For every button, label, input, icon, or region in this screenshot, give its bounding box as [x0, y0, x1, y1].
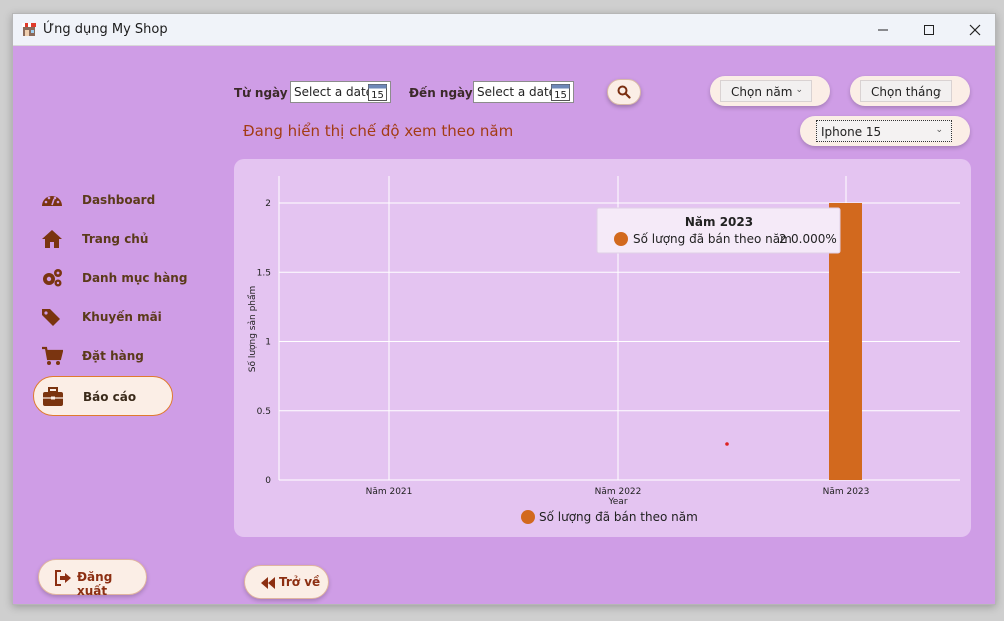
tooltip-value: 2 [779, 232, 787, 246]
briefcase-icon [43, 387, 63, 406]
product-select-value: Iphone 15 [821, 125, 882, 139]
title-bar: Ứng dụng My Shop [13, 14, 995, 46]
sales-chart: 0 0.5 1 1.5 2 Năm 2021 Năm 2022 Năm 2023 Số lư… [247, 176, 960, 524]
window-title: Ứng dụng My Shop [43, 22, 168, 37]
from-date-placeholder: Select a date [294, 85, 374, 99]
x-axis-label: Year [607, 497, 627, 507]
tooltip-swatch [614, 232, 628, 246]
product-select[interactable]: Iphone 15 ⌄ [800, 116, 970, 146]
sidebar-item-label: Khuyến mãi [82, 310, 162, 324]
search-button[interactable] [607, 79, 641, 105]
calendar-icon[interactable]: 15 [368, 83, 387, 101]
tooltip: Năm 2023 Số lượng đã bán theo năm 2 0.00… [596, 207, 841, 254]
chevron-down-icon: ⌄ [935, 125, 943, 135]
minimize-button[interactable] [860, 14, 906, 46]
dashboard-icon [42, 196, 62, 206]
y-axis-label: Số lượng sản phẩm [247, 286, 258, 373]
view-mode-text: Đang hiển thị chế độ xem theo năm [243, 122, 514, 140]
stray-point [725, 442, 729, 446]
sidebar-item-promotions[interactable]: Khuyến mãi [33, 302, 193, 332]
legend-label: Số lượng đã bán theo năm [539, 510, 698, 524]
tooltip-series: Số lượng đã bán theo năm [633, 232, 792, 246]
shop-icon [22, 23, 36, 36]
legend-swatch [521, 510, 535, 524]
sidebar-item-label: Báo cáo [83, 390, 137, 404]
logout-button[interactable]: Đăng xuất [38, 559, 147, 598]
maximize-icon [924, 25, 934, 35]
sidebar-item-label: Dashboard [82, 193, 156, 207]
sidebar-item-reports[interactable]: Báo cáo [33, 376, 173, 416]
sidebar-item-home[interactable]: Trang chủ [33, 224, 193, 254]
minimize-icon [878, 29, 888, 31]
sidebar-item-orders[interactable]: Đặt hàng [33, 341, 193, 371]
y-ticks: 0 0.5 1 1.5 2 [257, 199, 272, 486]
legend: Số lượng đã bán theo năm [521, 510, 698, 524]
logout-label: Đăng xuất [77, 570, 113, 598]
sidebar-item-dashboard[interactable]: Dashboard [33, 185, 193, 215]
maximize-button[interactable] [906, 14, 952, 46]
chevron-down-icon: ⌄ [795, 85, 803, 95]
x-tick-label: Năm 2022 [595, 487, 642, 497]
calendar-day: 15 [371, 90, 384, 101]
to-date-picker[interactable]: Select a date 15 [473, 81, 574, 103]
x-tick-label: Năm 2023 [823, 487, 870, 497]
to-date-label: Đến ngày [409, 86, 473, 100]
chart-card: 0 0.5 1 1.5 2 Năm 2021 Năm 2022 Năm 2023 Số lư… [234, 159, 971, 537]
tags-icon [42, 309, 60, 326]
y-tick-label: 0.5 [257, 407, 271, 417]
tooltip-title: Năm 2023 [685, 215, 753, 229]
sidebar-item-label: Danh mục hàng [82, 271, 188, 285]
home-icon [42, 230, 62, 248]
back-icon [261, 577, 275, 589]
year-select-value: Chọn năm [731, 85, 793, 99]
close-icon [969, 24, 981, 36]
y-tick-label: 1 [265, 338, 271, 348]
month-select[interactable]: Chọn tháng ⌄ [850, 76, 970, 106]
month-select-value: Chọn tháng [871, 85, 941, 99]
from-date-picker[interactable]: Select a date 15 [290, 81, 391, 103]
back-label: Trở về [279, 575, 321, 589]
cart-icon [42, 346, 63, 365]
year-select[interactable]: Chọn năm ⌄ [710, 76, 830, 106]
chevron-down-icon: ⌄ [935, 85, 943, 95]
y-tick-label: 0 [265, 476, 271, 486]
x-ticks: Năm 2021 Năm 2022 Năm 2023 [366, 487, 870, 497]
to-date-placeholder: Select a date [477, 85, 557, 99]
calendar-day: 15 [554, 90, 567, 101]
search-icon [617, 85, 631, 99]
gears-icon [43, 269, 62, 287]
y-tick-label: 1.5 [257, 268, 271, 278]
close-button[interactable] [952, 14, 995, 46]
calendar-icon[interactable]: 15 [551, 83, 570, 101]
y-tick-label: 2 [265, 199, 271, 209]
sidebar-item-label: Đặt hàng [82, 349, 144, 363]
logout-icon [55, 570, 71, 586]
app-window: Ứng dụng My Shop Từ ngày Select a date 1… [12, 13, 996, 605]
back-button[interactable]: Trở về [244, 565, 329, 599]
x-tick-label: Năm 2021 [366, 487, 413, 497]
sidebar-item-label: Trang chủ [82, 232, 149, 246]
from-date-label: Từ ngày [234, 86, 288, 100]
tooltip-percent: 0.000% [791, 232, 837, 246]
sidebar-item-categories[interactable]: Danh mục hàng [33, 263, 193, 293]
